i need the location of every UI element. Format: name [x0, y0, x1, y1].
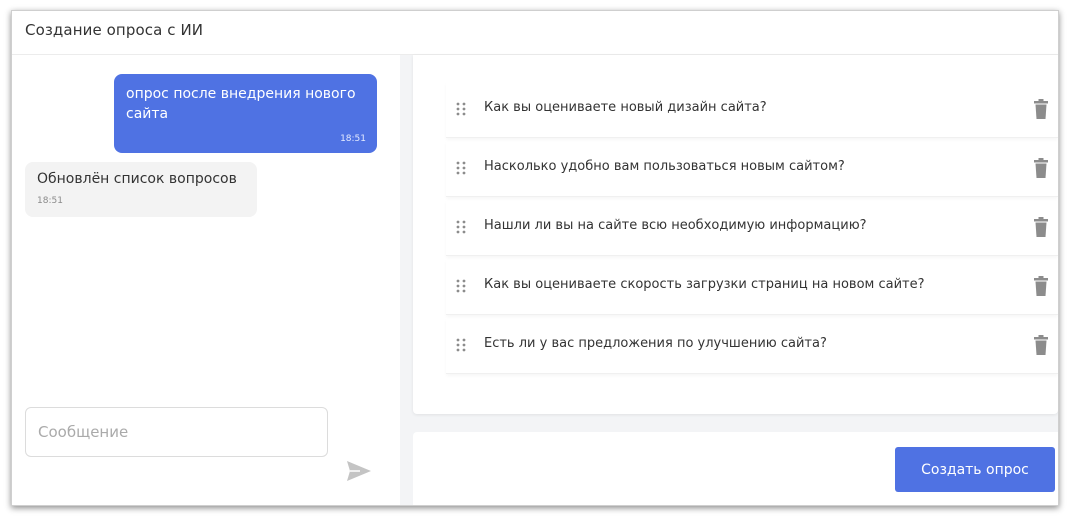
- incoming-message-time: 18:51: [37, 196, 63, 206]
- questions-list: Как вы оцениваете новый дизайн сайта? На…: [413, 55, 1058, 414]
- message-input[interactable]: [25, 407, 328, 457]
- send-arrow-icon: [347, 461, 371, 481]
- drag-handle-icon[interactable]: [456, 279, 466, 293]
- question-text: Насколько удобно вам пользоваться новым …: [484, 159, 845, 174]
- trash-icon[interactable]: [1034, 99, 1048, 119]
- trash-icon[interactable]: [1034, 217, 1048, 237]
- outgoing-message-text: опрос после внедрения нового сайта: [126, 86, 356, 122]
- window-title: Создание опроса с ИИ: [25, 21, 204, 39]
- survey-builder-window: Создание опроса с ИИ опрос после внедрен…: [11, 10, 1059, 506]
- trash-icon[interactable]: [1034, 335, 1048, 355]
- question-item[interactable]: Как вы оцениваете скорость загрузки стра…: [446, 259, 1058, 315]
- drag-handle-icon[interactable]: [456, 338, 466, 352]
- questions-panel: Как вы оцениваете новый дизайн сайта? На…: [400, 55, 1058, 505]
- drag-handle-icon[interactable]: [456, 161, 466, 175]
- trash-icon[interactable]: [1034, 158, 1048, 178]
- question-text: Есть ли у вас предложения по улучшению с…: [484, 336, 827, 351]
- incoming-message-text: Обновлён список вопросов: [37, 171, 237, 187]
- outgoing-message-time: 18:51: [340, 134, 366, 144]
- drag-handle-icon[interactable]: [456, 220, 466, 234]
- question-item[interactable]: Как вы оцениваете новый дизайн сайта?: [446, 82, 1058, 138]
- outgoing-message: опрос после внедрения нового сайта 18:51: [114, 74, 377, 153]
- question-text: Как вы оцениваете скорость загрузки стра…: [484, 277, 925, 292]
- trash-icon[interactable]: [1034, 276, 1048, 296]
- incoming-message: Обновлён список вопросов 18:51: [25, 162, 257, 217]
- drag-handle-icon[interactable]: [456, 102, 466, 116]
- question-text: Нашли ли вы на сайте всю необходимую инф…: [484, 218, 867, 233]
- question-item[interactable]: Есть ли у вас предложения по улучшению с…: [446, 318, 1058, 374]
- question-item[interactable]: Нашли ли вы на сайте всю необходимую инф…: [446, 200, 1058, 256]
- question-text: Как вы оцениваете новый дизайн сайта?: [484, 100, 767, 115]
- question-item[interactable]: Насколько удобно вам пользоваться новым …: [446, 141, 1058, 197]
- create-survey-button[interactable]: Создать опрос: [895, 447, 1055, 492]
- send-button[interactable]: [344, 458, 374, 484]
